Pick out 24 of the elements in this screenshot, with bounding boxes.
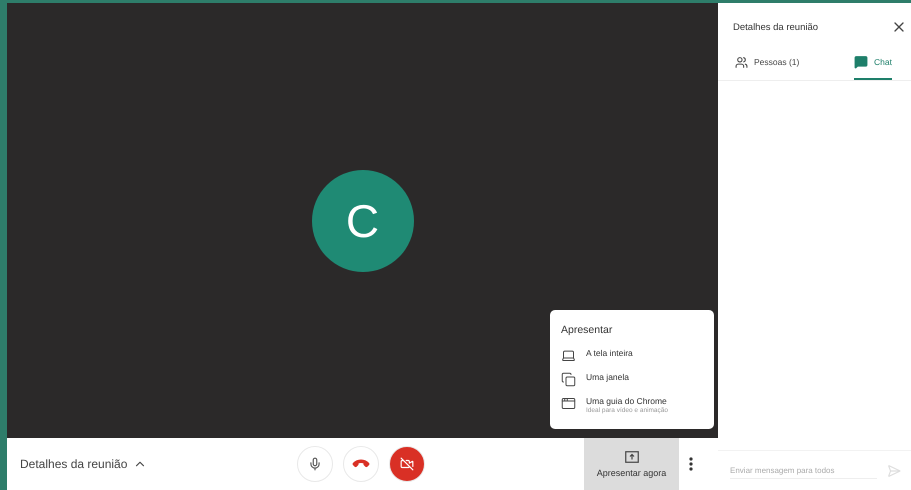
send-icon (887, 464, 901, 478)
panel-title: Detalhes da reunião (733, 22, 818, 32)
mic-button[interactable] (297, 446, 333, 482)
present-now-button[interactable]: Apresentar agora (584, 438, 679, 490)
menu-item[interactable]: Uma janela (586, 372, 629, 382)
camera-button[interactable] (389, 446, 425, 482)
avatar: C (312, 170, 414, 272)
more-icon (689, 457, 693, 471)
menu-title: Apresentar (561, 324, 614, 336)
panel-tab[interactable]: Pessoas (1) (735, 51, 800, 80)
chat-icon (854, 55, 868, 69)
laptop-icon (561, 348, 576, 363)
meeting-details-button[interactable]: Detalhes da reunião (7, 457, 297, 471)
present-icon (624, 450, 638, 462)
camera-off-icon (400, 457, 414, 471)
people-icon (735, 56, 748, 68)
hangup-button[interactable] (343, 446, 379, 482)
menu-item[interactable]: A tela inteira (586, 348, 633, 358)
tab-icon (561, 396, 576, 411)
microphone-icon (308, 457, 322, 471)
menu-item[interactable]: Uma guia do Chrome (586, 396, 668, 406)
windows-icon (561, 372, 576, 387)
more-button[interactable] (689, 457, 693, 471)
panel-tab[interactable]: Chat (854, 51, 892, 80)
